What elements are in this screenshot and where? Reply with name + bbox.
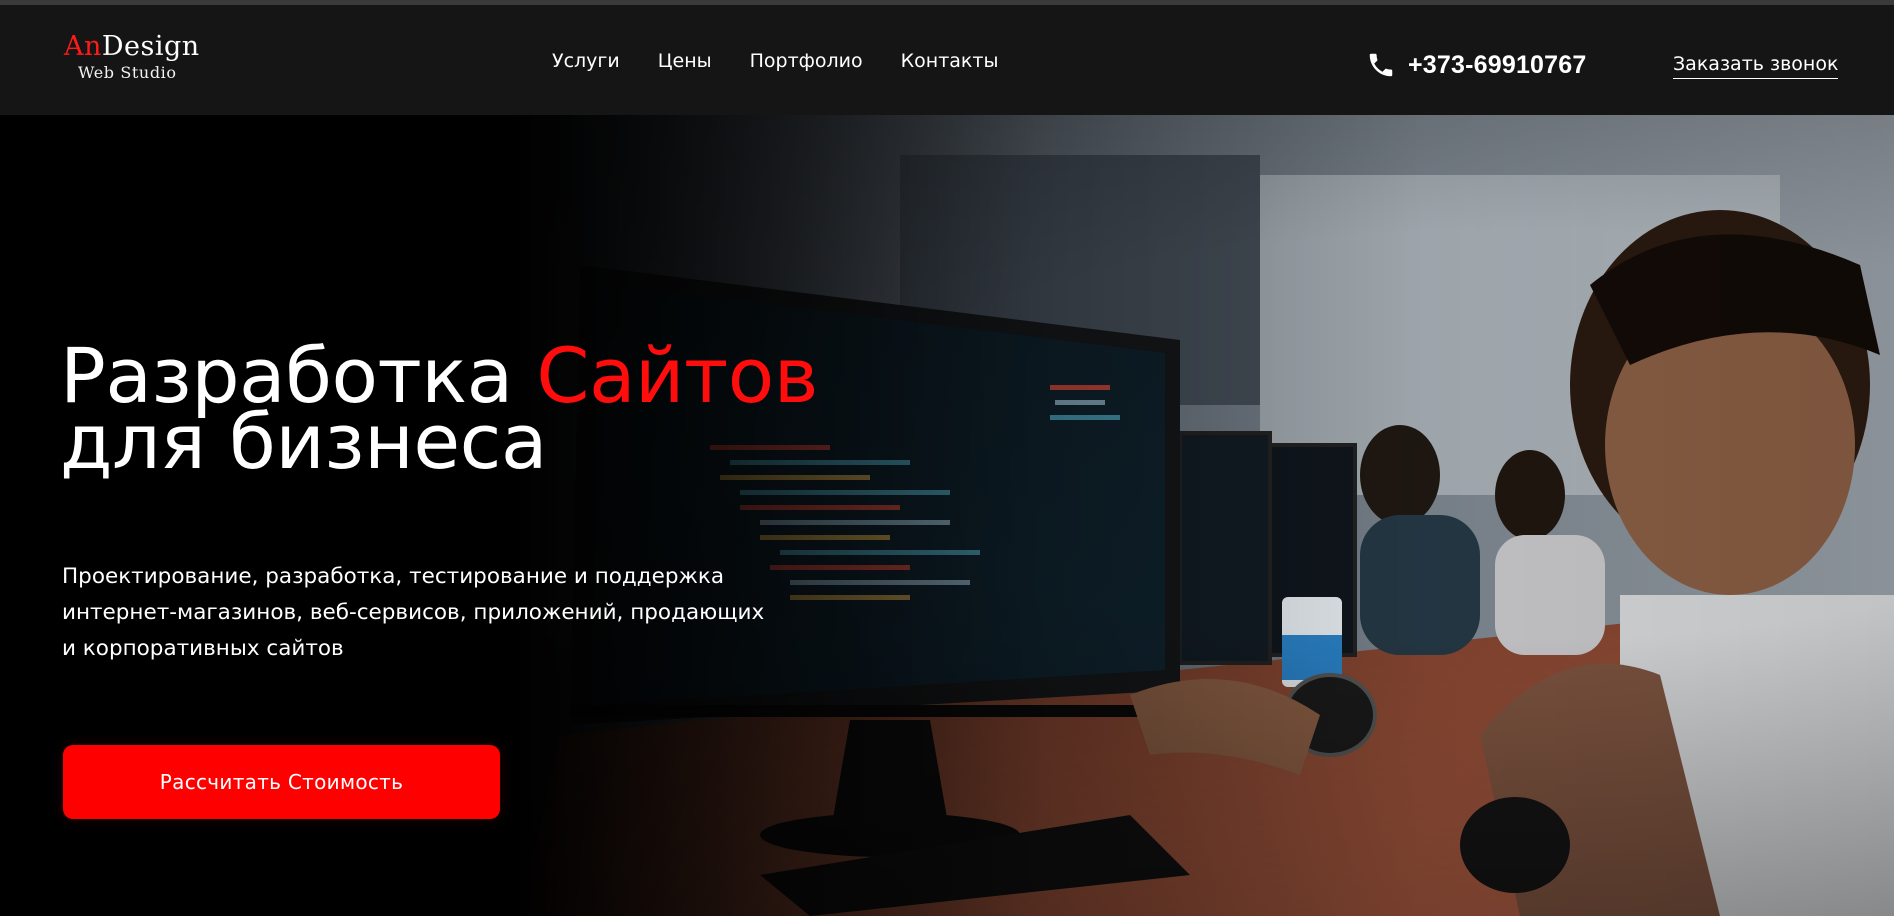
phone-contact[interactable]: +373-69910767 — [1366, 50, 1586, 80]
site-header: AnDesign Web Studio Услуги Цены Портфоли… — [0, 5, 1894, 115]
nav-link-prices[interactable]: Цены — [658, 49, 712, 73]
nav-link-portfolio[interactable]: Портфолио — [750, 49, 863, 73]
logo[interactable]: AnDesign Web Studio — [64, 31, 204, 83]
main-nav: Услуги Цены Портфолио Контакты — [552, 49, 998, 73]
hero-description: Проектирование, разработка, тестирование… — [62, 559, 822, 667]
phone-icon — [1369, 53, 1393, 77]
nav-link-services[interactable]: Услуги — [552, 49, 620, 73]
hero-description-line1: Проектирование, разработка, тестирование… — [62, 564, 725, 589]
page: AnDesign Web Studio Услуги Цены Портфоли… — [0, 0, 1894, 916]
hero-section: Разработка Сайтов для бизнеса Проектирова… — [0, 115, 1894, 916]
hero-title-accent: Сайтов — [536, 331, 818, 420]
hero-description-line3: и корпоративных сайтов — [62, 636, 344, 661]
nav-link-contacts[interactable]: Контакты — [901, 49, 999, 73]
logo-subtitle: Web Studio — [78, 63, 177, 82]
hero-description-line2: интернет-магазинов, веб-сервисов, прилож… — [62, 600, 765, 625]
hero-title: Разработка Сайтов для бизнеса — [60, 338, 818, 480]
callback-link[interactable]: Заказать звонок — [1673, 52, 1839, 79]
calculate-cost-button[interactable]: Рассчитать Стоимость — [63, 745, 500, 819]
logo-wordmark: AnDesign — [64, 31, 204, 63]
logo-text-design: Design — [101, 31, 200, 62]
logo-text-an: An — [64, 31, 102, 62]
phone-number: +373-69910767 — [1408, 51, 1587, 79]
hero-title-line2: для бизнеса — [60, 397, 547, 486]
